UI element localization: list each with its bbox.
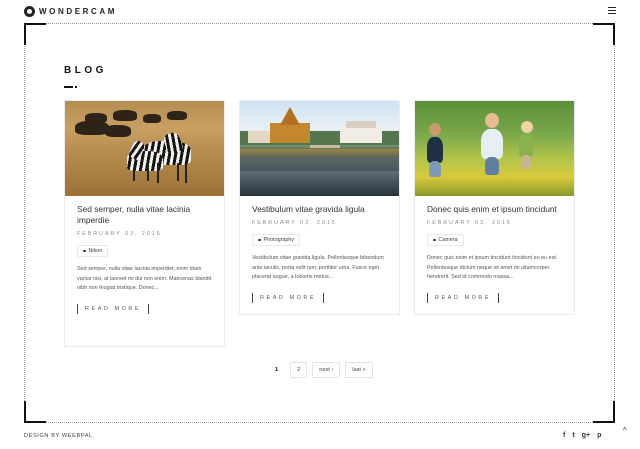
blog-card: Donec quis enim et ipsum tincidunt FEBRU… — [414, 100, 575, 316]
frame-corner-bottom-right — [593, 401, 615, 423]
twitter-icon[interactable]: t — [572, 432, 574, 439]
read-more-button[interactable]: READ MORE — [77, 304, 150, 315]
read-more-button[interactable]: READ MORE — [427, 293, 500, 304]
back-to-top-icon[interactable]: ^ — [623, 426, 627, 435]
blog-card-title[interactable]: Donec quis enim et ipsum tincidunt — [427, 204, 562, 215]
footer-credit[interactable]: DESIGN BY WEEBPAL — [24, 433, 93, 439]
blog-card-image[interactable] — [415, 101, 574, 196]
section-title-underline — [64, 85, 77, 88]
blog-card-excerpt: Vestibulum vitae gravida ligula. Pellent… — [252, 255, 384, 281]
blog-card-image[interactable] — [240, 101, 399, 196]
blog-card-body: Donec quis enim et ipsum tincidunt FEBRU… — [415, 196, 574, 314]
social-links: f t g+ p — [563, 432, 601, 439]
hamburger-menu-icon[interactable] — [608, 7, 616, 14]
pinterest-icon[interactable]: p — [597, 432, 601, 439]
blog-card-title[interactable]: Vestibulum vitae gravida ligula — [252, 204, 387, 215]
pagination-current-page: 1 — [275, 367, 279, 373]
blog-card-date: FEBRUARY 03, 2015 — [77, 231, 162, 237]
blog-card-image[interactable] — [65, 101, 224, 196]
pagination-last[interactable]: last » — [345, 362, 373, 378]
blog-card-excerpt: Donec quis enim et ipsum tincidunt tinci… — [427, 255, 558, 281]
blog-card-tag[interactable]: Photography — [252, 234, 301, 246]
logo-text: WONDERCAM — [39, 7, 118, 16]
frame-corner-bottom-left — [24, 401, 46, 423]
site-header: WONDERCAM — [0, 0, 640, 22]
site-logo[interactable]: WONDERCAM — [24, 6, 117, 17]
blog-card-body: Sed semper, nulla vitae lacinia imperdie… — [65, 196, 224, 346]
blog-card-date: FEBRUARY 03, 2015 — [252, 220, 337, 226]
pagination: 1 2 next › last » — [268, 362, 373, 378]
blog-card-date: FEBRUARY 03, 2015 — [427, 220, 512, 226]
blog-card: Vestibulum vitae gravida ligula FEBRUARY… — [239, 100, 400, 316]
blog-card: Sed semper, nulla vitae lacinia imperdie… — [64, 100, 225, 347]
pagination-next[interactable]: next › — [312, 362, 341, 378]
google-plus-icon[interactable]: g+ — [582, 432, 590, 439]
read-more-button[interactable]: READ MORE — [252, 293, 325, 304]
frame-corner-top-left — [24, 23, 46, 45]
blog-card-body: Vestibulum vitae gravida ligula FEBRUARY… — [240, 196, 399, 314]
facebook-icon[interactable]: f — [563, 432, 565, 439]
blog-card-tag[interactable]: Nikon — [77, 245, 109, 257]
section-title: BLOG — [64, 65, 107, 76]
frame-corner-top-right — [593, 23, 615, 45]
aperture-icon — [24, 6, 35, 17]
pagination-page-2[interactable]: 2 — [290, 362, 308, 378]
blog-card-tag[interactable]: Camera — [427, 234, 464, 246]
blog-card-title[interactable]: Sed semper, nulla vitae lacinia imperdie — [77, 204, 212, 226]
blog-card-excerpt: Sed semper, nulla vitae lacinia imperdie… — [77, 266, 212, 292]
